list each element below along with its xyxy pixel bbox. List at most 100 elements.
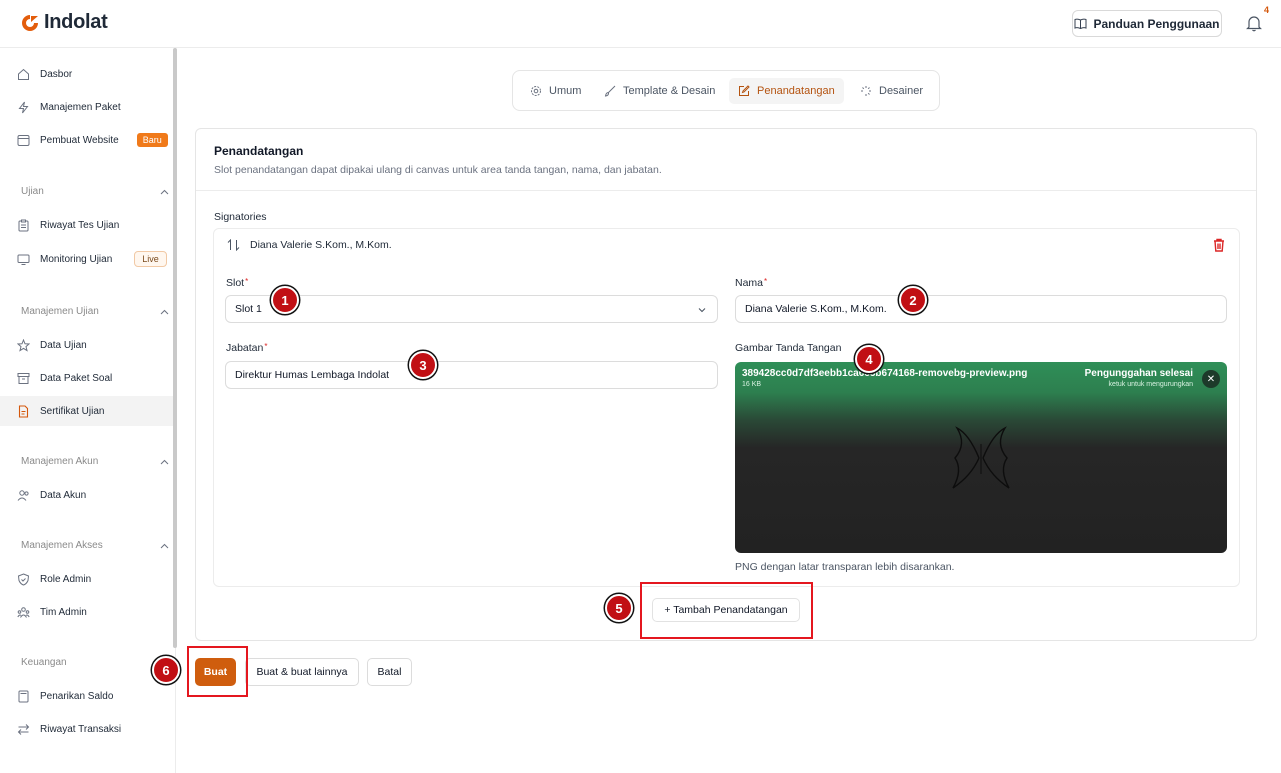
signatory-header: Diana Valerie S.Kom., M.Kom.: [227, 239, 392, 251]
sidebar-item-monitoring-ujian[interactable]: Monitoring Ujian Live: [0, 244, 173, 274]
app-logo[interactable]: Indolat: [20, 11, 108, 34]
app-name: Indolat: [44, 11, 108, 33]
name-input-value: Diana Valerie S.Kom., M.Kom.: [745, 303, 887, 315]
name-label: Nama*: [735, 277, 768, 289]
sidebar-item-role-admin[interactable]: Role Admin: [0, 564, 173, 594]
sidebar-section-manajemen-akses[interactable]: Manajemen Akses: [21, 540, 169, 551]
sidebar-item-sertifikat-ujian[interactable]: Sertifikat Ujian: [0, 396, 173, 426]
sidebar-section-keuangan[interactable]: Keuangan: [21, 657, 169, 668]
logo-icon: [22, 14, 38, 31]
book-icon: [1074, 18, 1087, 29]
tab-label: Penandatangan: [757, 85, 835, 97]
sparkle-icon: [861, 86, 871, 96]
tab-label: Umum: [549, 85, 582, 97]
signature-upload[interactable]: 389428cc0d7df3eebb1ca6c5b674168-removebg…: [735, 362, 1227, 553]
signatories-label: Signatories: [214, 211, 267, 223]
notification-badge: 4: [1264, 5, 1270, 15]
upload-filesize: 16 KB: [742, 381, 762, 388]
monitor-icon: [17, 254, 30, 265]
sidebar-item-label: Pembuat Website: [40, 134, 119, 146]
annotation-marker-4: 4: [855, 345, 883, 373]
sidebar-section-manajemen-akun[interactable]: Manajemen Akun: [21, 456, 169, 467]
tab-umum[interactable]: Umum: [521, 78, 590, 104]
tab-desainer[interactable]: Desainer: [851, 78, 932, 104]
position-input[interactable]: Direktur Humas Lembaga Indolat: [225, 361, 718, 389]
sidebar-item-label: Sertifikat Ujian: [40, 405, 105, 417]
sidebar-section-manajemen-ujian[interactable]: Manajemen Ujian: [21, 306, 169, 317]
annotation-marker-5: 5: [605, 594, 633, 622]
sidebar-item-label: Riwayat Transaksi: [40, 723, 122, 735]
chevron-up-icon: [160, 543, 169, 548]
sidebar-item-label: Riwayat Tes Ujian: [40, 219, 120, 231]
brush-icon: [604, 85, 616, 97]
sidebar-item-manajemen-paket[interactable]: Manajemen Paket: [0, 92, 173, 122]
sidebar-item-tim-admin[interactable]: Tim Admin: [0, 597, 173, 627]
section-title: Manajemen Akun: [21, 456, 99, 467]
signature-image-label: Gambar Tanda Tangan: [735, 342, 842, 354]
guide-button-label: Panduan Penggunaan: [1093, 16, 1220, 31]
sidebar-item-pembuat-website[interactable]: Pembuat Website Baru: [0, 125, 173, 155]
calculator-icon: [18, 690, 29, 702]
sidebar-item-data-akun[interactable]: Data Akun: [0, 480, 173, 510]
card-header: Penandatangan Slot penandatangan dapat d…: [196, 129, 1256, 191]
sidebar-item-label: Manajemen Paket: [40, 101, 121, 113]
sidebar-item-label: Data Ujian: [40, 339, 87, 351]
tab-label: Desainer: [879, 85, 924, 97]
slot-label: Slot*: [226, 277, 249, 289]
slot-select-value: Slot 1: [235, 303, 262, 315]
chevron-up-icon: [160, 189, 169, 194]
position-label: Jabatan*: [226, 342, 268, 354]
sidebar-item-label: Role Admin: [40, 573, 92, 585]
section-title: Manajemen Akses: [21, 540, 103, 551]
sidebar-item-dasbor[interactable]: Dasbor: [0, 59, 173, 89]
upload-hint: PNG dengan latar transparan lebih disara…: [735, 561, 955, 573]
section-description: Slot penandatangan dapat dipakai ulang d…: [214, 164, 662, 176]
cancel-button[interactable]: Batal: [367, 658, 412, 686]
chevron-down-icon: [698, 308, 706, 313]
upload-status: Pengunggahan selesai: [1084, 368, 1193, 379]
close-icon[interactable]: ✕: [1202, 370, 1220, 388]
live-badge: Live: [134, 251, 167, 267]
create-and-more-button[interactable]: Buat & buat lainnya: [245, 658, 359, 686]
sidebar-item-penarikan-saldo[interactable]: Penarikan Saldo: [0, 681, 173, 711]
upload-undo-hint: ketuk untuk mengurungkan: [1108, 381, 1193, 388]
highlight-create: [187, 646, 248, 697]
sidebar-item-label: Dasbor: [40, 68, 73, 80]
sidebar-scrollbar[interactable]: [173, 48, 177, 648]
chevron-up-icon: [160, 309, 169, 314]
highlight-add-signatory: [640, 582, 813, 639]
section-title: Keuangan: [21, 657, 67, 668]
sidebar-item-label: Tim Admin: [40, 606, 87, 618]
settings-icon: [531, 86, 541, 96]
users-icon: [17, 489, 29, 501]
new-badge: Baru: [136, 133, 168, 147]
shield-check-icon: [17, 572, 30, 586]
guide-button[interactable]: Panduan Penggunaan: [1072, 10, 1222, 37]
tab-template-desain[interactable]: Template & Desain: [595, 78, 724, 104]
tab-label: Template & Desain: [623, 85, 716, 97]
section-title: Penandatangan: [214, 144, 304, 158]
bolt-icon: [18, 101, 29, 113]
drag-handle-icon[interactable]: [227, 239, 240, 251]
annotation-marker-3: 3: [409, 351, 437, 379]
arrows-swap-icon: [17, 723, 30, 735]
tab-penandatangan[interactable]: Penandatangan: [729, 78, 844, 104]
sidebar-item-data-ujian[interactable]: Data Ujian: [0, 330, 173, 360]
annotation-marker-2: 2: [899, 286, 927, 314]
name-input[interactable]: Diana Valerie S.Kom., M.Kom.: [735, 295, 1227, 323]
position-input-value: Direktur Humas Lembaga Indolat: [235, 369, 390, 381]
trash-icon[interactable]: [1213, 238, 1225, 252]
sidebar-section-ujian[interactable]: Ujian: [21, 186, 169, 197]
team-icon: [17, 606, 30, 618]
signatory-card: Penandatangan Slot penandatangan dapat d…: [195, 128, 1257, 641]
archive-icon: [17, 372, 30, 384]
annotation-marker-1: 1: [271, 286, 299, 314]
sidebar-item-riwayat-tes-ujian[interactable]: Riwayat Tes Ujian: [0, 210, 173, 240]
settings-tabs: Umum Template & Desain Penandatangan Des…: [512, 70, 940, 111]
bell-icon[interactable]: [1245, 14, 1263, 32]
sidebar-item-riwayat-transaksi[interactable]: Riwayat Transaksi: [0, 714, 173, 744]
sidebar-item-data-paket-soal[interactable]: Data Paket Soal: [0, 363, 173, 393]
top-bar: Indolat Panduan Penggunaan 4: [0, 0, 1281, 48]
edit-icon: [739, 85, 750, 96]
sidebar-item-label: Data Paket Soal: [40, 372, 113, 384]
